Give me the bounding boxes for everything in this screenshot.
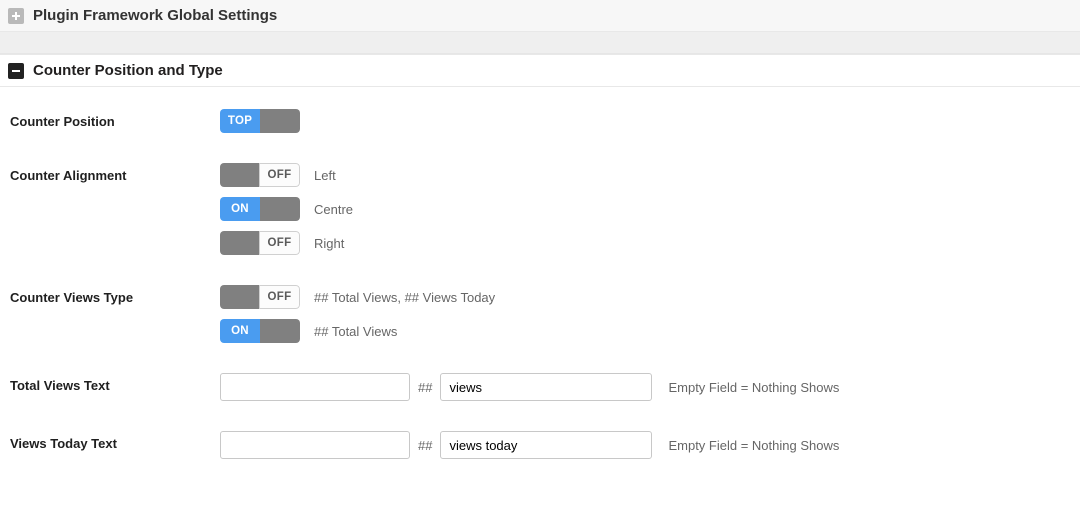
panel-header-counter-position[interactable]: Counter Position and Type [0,54,1080,87]
toggle-alignment-right-knob: OFF [259,231,300,255]
toggle-views-type-total[interactable]: ON [220,319,300,343]
label-counter-alignment: Counter Alignment [10,163,220,183]
toggle-alignment-centre-knob: ON [220,197,260,221]
toggle-alignment-centre[interactable]: ON [220,197,300,221]
views-type-both-label: ## Total Views, ## Views Today [314,290,495,305]
toggle-alignment-left-knob: OFF [259,163,300,187]
row-views-today-text: Views Today Text ## Empty Field = Nothin… [10,431,1070,459]
row-counter-alignment: Counter Alignment OFF Left ON Centre [10,163,1070,255]
views-type-total-label: ## Total Views [314,324,397,339]
expand-icon [8,8,24,24]
panel-title-global: Plugin Framework Global Settings [33,7,277,24]
label-views-today-text: Views Today Text [10,431,220,451]
panel-body-counter-position: Counter Position TOP Counter Alignment O… [0,87,1080,479]
toggle-alignment-left-track [220,163,259,187]
toggle-views-type-total-track [260,319,300,343]
label-total-views-text: Total Views Text [10,373,220,393]
row-counter-position: Counter Position TOP [10,109,1070,133]
input-views-today-after[interactable] [440,431,652,459]
alignment-right-label: Right [314,236,344,251]
alignment-centre-label: Centre [314,202,353,217]
toggle-views-type-both-track [220,285,259,309]
toggle-alignment-right[interactable]: OFF [220,231,300,255]
toggle-views-type-total-knob: ON [220,319,260,343]
alignment-left-label: Left [314,168,336,183]
toggle-views-type-both-knob: OFF [259,285,300,309]
input-views-today-before[interactable] [220,431,410,459]
toggle-counter-position-on: TOP [220,109,260,133]
panel-gap [0,32,1080,54]
panel-header-global-settings[interactable]: Plugin Framework Global Settings [0,0,1080,32]
total-views-hint: Empty Field = Nothing Shows [668,380,839,395]
panel-title-position: Counter Position and Type [33,62,223,79]
toggle-alignment-centre-track [260,197,300,221]
toggle-counter-position[interactable]: TOP [220,109,300,133]
input-total-views-before[interactable] [220,373,410,401]
label-counter-position: Counter Position [10,109,220,129]
collapse-icon [8,63,24,79]
toggle-alignment-left[interactable]: OFF [220,163,300,187]
label-counter-views-type: Counter Views Type [10,285,220,305]
toggle-alignment-right-track [220,231,259,255]
row-total-views-text: Total Views Text ## Empty Field = Nothin… [10,373,1070,401]
input-total-views-after[interactable] [440,373,652,401]
toggle-views-type-both[interactable]: OFF [220,285,300,309]
row-counter-views-type: Counter Views Type OFF ## Total Views, #… [10,285,1070,343]
toggle-counter-position-off [260,109,300,133]
views-today-hint: Empty Field = Nothing Shows [668,438,839,453]
views-today-sep: ## [418,438,432,453]
total-views-sep: ## [418,380,432,395]
